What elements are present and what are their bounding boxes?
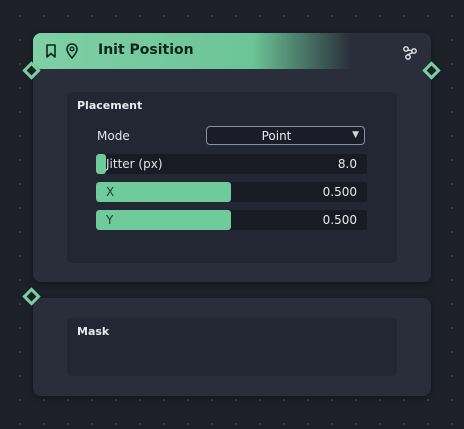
graph-nodes-icon[interactable]	[402, 45, 418, 61]
init-position-node[interactable]: Init Position Placement Mode Point ▼ Jit…	[33, 33, 431, 282]
mode-label: Mode	[97, 129, 130, 143]
location-pin-icon[interactable]	[64, 43, 80, 59]
bookmark-icon[interactable]	[43, 43, 59, 59]
x-slider-label: X	[106, 185, 115, 199]
placement-title: Placement	[77, 99, 143, 112]
mask-panel: Mask	[67, 318, 397, 376]
jitter-slider-value: 8.0	[337, 157, 357, 171]
y-slider-fill[interactable]	[96, 210, 231, 230]
mode-select-value: Point	[261, 129, 292, 143]
mask-title: Mask	[77, 325, 110, 338]
y-slider-value: 0.500	[322, 213, 357, 227]
y-slider[interactable]: Y 0.500	[96, 210, 367, 230]
mask-node[interactable]: Mask	[33, 298, 431, 396]
x-slider-fill[interactable]	[96, 182, 231, 202]
node-header[interactable]: Init Position	[33, 33, 431, 69]
node-title: Init Position	[98, 42, 194, 58]
y-slider-label: Y	[106, 213, 114, 227]
placement-panel: Placement Mode Point ▼ Jitter (px) 8.0 X…	[67, 92, 397, 263]
x-slider-value: 0.500	[322, 185, 357, 199]
jitter-slider[interactable]: Jitter (px) 8.0	[96, 154, 367, 174]
jitter-slider-label: Jitter (px)	[106, 157, 163, 171]
jitter-slider-fill[interactable]	[96, 154, 106, 174]
mode-select[interactable]: Point ▼	[206, 126, 365, 145]
dropdown-arrow-icon: ▼	[352, 130, 359, 140]
x-slider[interactable]: X 0.500	[96, 182, 367, 202]
